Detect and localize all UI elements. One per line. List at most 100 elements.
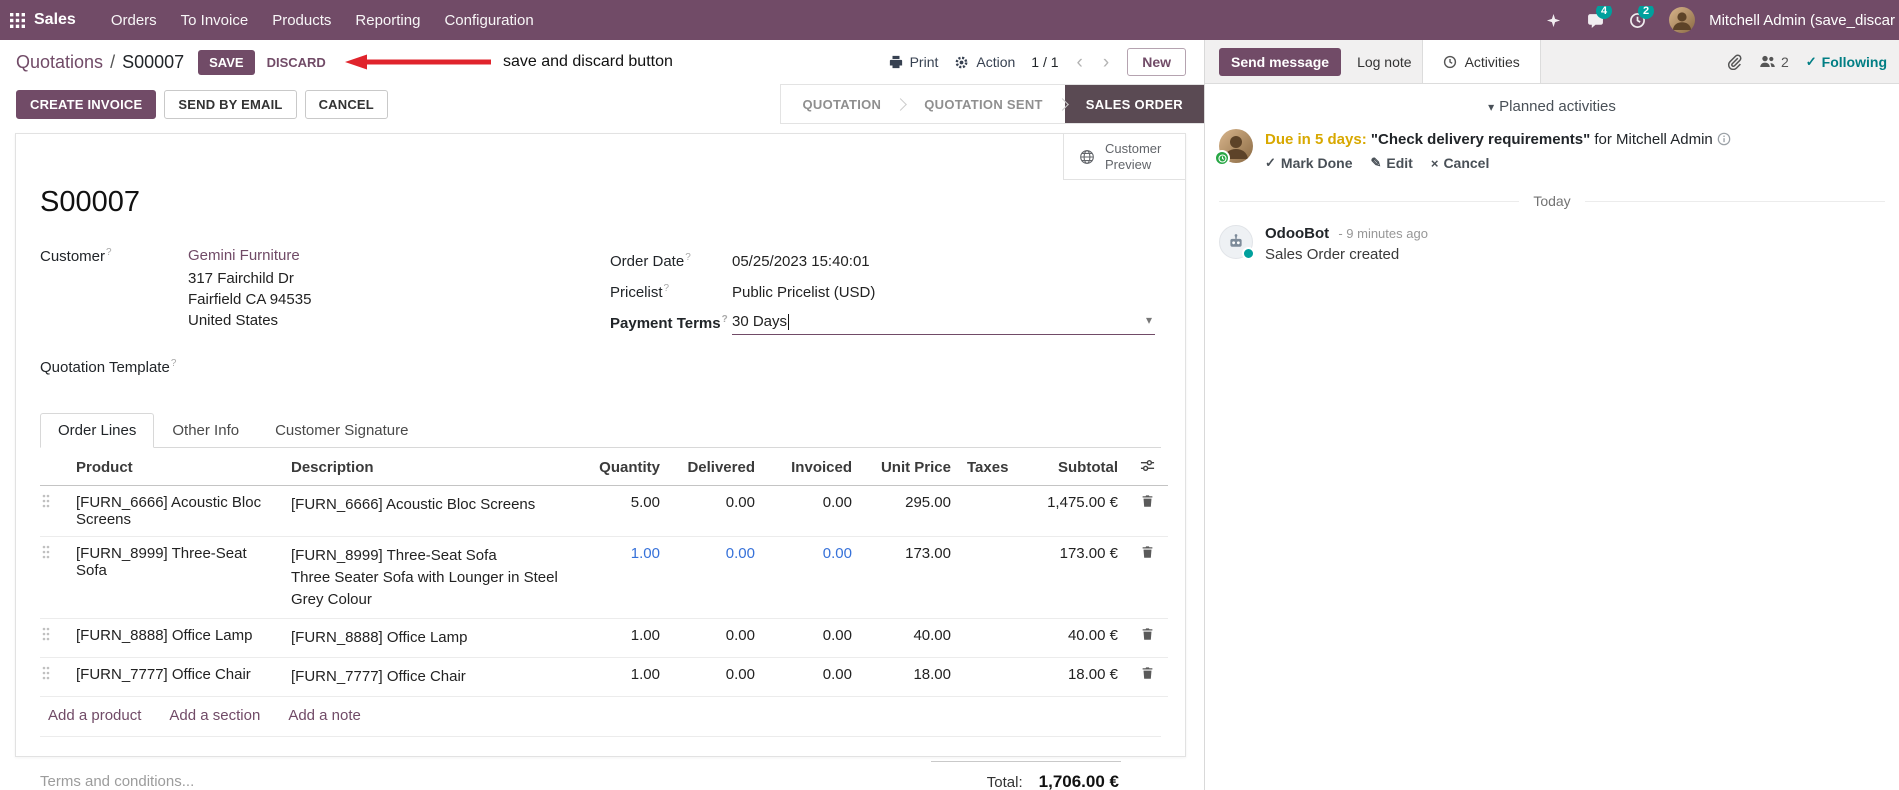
- customer-link[interactable]: Gemini Furniture: [188, 247, 300, 265]
- col-taxes: Taxes: [959, 448, 1014, 486]
- delete-line-button[interactable]: [1126, 618, 1168, 658]
- order-line-row[interactable]: [FURN_8999] Three-Seat Sofa [FURN_8999] …: [40, 536, 1168, 620]
- new-button[interactable]: New: [1127, 48, 1186, 76]
- add-a-section-link[interactable]: Add a section: [169, 707, 260, 724]
- drag-handle[interactable]: [40, 536, 68, 620]
- drag-handle-icon: [42, 494, 68, 508]
- messages-button[interactable]: 4: [1577, 6, 1613, 34]
- pricelist-value[interactable]: Public Pricelist (USD): [732, 284, 875, 301]
- order-line-subtotal: 173.00 €: [1014, 536, 1126, 620]
- following-button[interactable]: ✓ Following: [1806, 54, 1887, 70]
- order-line-description: [FURN_8888] Office Lamp: [283, 618, 573, 658]
- gear-icon: [954, 55, 969, 70]
- terms-and-conditions-field[interactable]: Terms and conditions...: [40, 773, 194, 790]
- discard-button[interactable]: DISCARD: [257, 50, 336, 75]
- order-line-row[interactable]: [FURN_8888] Office Lamp [FURN_8888] Offi…: [40, 618, 1168, 658]
- tab-order-lines[interactable]: Order Lines: [40, 413, 155, 448]
- breadcrumb-quotations[interactable]: Quotations: [16, 52, 103, 73]
- pager-next-button[interactable]: ›: [1101, 53, 1111, 72]
- chatter-topbar: Send message Log note Activities 2 ✓ Fol…: [1205, 40, 1899, 84]
- planned-activities-toggle[interactable]: ▾ Planned activities: [1205, 98, 1899, 115]
- payment-terms-input[interactable]: 30 Days ▾: [732, 311, 1155, 335]
- drag-handle[interactable]: [40, 485, 68, 537]
- cancel-activity-button[interactable]: × Cancel: [1431, 155, 1490, 171]
- chatter-topbar-left: Send message Log note: [1205, 40, 1412, 83]
- menu-orders[interactable]: Orders: [100, 6, 168, 35]
- message-timestamp: - 9 minutes ago: [1338, 226, 1428, 241]
- stage-sales-order[interactable]: SALES ORDER: [1064, 85, 1204, 123]
- customer-preview-label: Customer Preview: [1105, 141, 1162, 172]
- pager[interactable]: 1 / 1: [1031, 54, 1058, 70]
- order-line-invoiced: 0.00: [763, 618, 860, 658]
- order-line-delivered: 0.00: [668, 536, 763, 620]
- stage-quotation-sent[interactable]: QUOTATION SENT: [903, 85, 1064, 123]
- drag-handle[interactable]: [40, 657, 68, 697]
- create-invoice-button[interactable]: CREATE INVOICE: [16, 89, 157, 119]
- print-button[interactable]: Print: [889, 54, 938, 70]
- add-a-note-link[interactable]: Add a note: [288, 707, 361, 724]
- customer-address: 317 Fairchild Dr Fairfield CA 94535 Unit…: [188, 268, 610, 331]
- col-invoiced: Invoiced: [763, 448, 860, 486]
- tab-other-info[interactable]: Other Info: [154, 413, 257, 448]
- menu-to-invoice[interactable]: To Invoice: [170, 6, 260, 35]
- followers-icon: [1759, 54, 1776, 69]
- message-body: Sales Order created: [1265, 246, 1400, 263]
- pricelist-label: Pricelist?: [610, 283, 670, 301]
- check-icon: ✓: [1805, 53, 1817, 69]
- edit-activity-button[interactable]: ✎ Edit: [1370, 155, 1412, 171]
- customer-preview-button[interactable]: Customer Preview: [1063, 134, 1185, 181]
- activity-content: Due in 5 days: "Check delivery requireme…: [1265, 129, 1731, 171]
- pager-previous-button[interactable]: ‹: [1075, 53, 1085, 72]
- action-button[interactable]: Action: [954, 54, 1015, 70]
- mark-done-button[interactable]: ✓ Mark Done: [1265, 155, 1352, 171]
- sliders-icon: [1140, 458, 1155, 473]
- menu-products[interactable]: Products: [261, 6, 342, 35]
- caret-down-icon[interactable]: ▾: [1146, 313, 1152, 327]
- info-icon[interactable]: [1717, 132, 1731, 146]
- apps-menu-button[interactable]: Sales: [10, 11, 76, 29]
- activity-count-badge: 2: [1638, 6, 1655, 19]
- drag-handle[interactable]: [40, 618, 68, 658]
- day-divider-label: Today: [1533, 193, 1571, 209]
- order-line-quantity: 1.00: [573, 618, 668, 658]
- menu-reporting[interactable]: Reporting: [344, 6, 431, 35]
- optional-columns-button[interactable]: [1126, 448, 1168, 486]
- send-message-button[interactable]: Send message: [1219, 47, 1342, 76]
- log-note-button[interactable]: Log note: [1357, 54, 1412, 70]
- delete-line-button[interactable]: [1126, 657, 1168, 697]
- tab-customer-signature[interactable]: Customer Signature: [257, 413, 426, 448]
- attach-files-button[interactable]: [1726, 53, 1742, 70]
- notebook-tabs: Order Lines Other Info Customer Signatur…: [40, 413, 1161, 448]
- menu-configuration[interactable]: Configuration: [433, 6, 544, 35]
- cross-icon: ×: [1430, 155, 1439, 171]
- order-date-value[interactable]: 05/25/2023 15:40:01: [732, 253, 870, 270]
- order-line-description: [FURN_8999] Three-Seat Sofa Three Seater …: [283, 536, 573, 620]
- add-a-product-link[interactable]: Add a product: [48, 707, 141, 724]
- order-line-quantity: 1.00: [573, 536, 668, 620]
- statusbar-stages: QUOTATION QUOTATION SENT SALES ORDER: [780, 84, 1204, 124]
- field-hint: ?: [170, 358, 177, 369]
- user-avatar[interactable]: [1669, 7, 1696, 33]
- order-line-product: [FURN_7777] Office Chair: [68, 657, 283, 697]
- sparkle-button[interactable]: [1535, 6, 1571, 34]
- systray: 4 2 Mitchell Admin (save_discar: [1535, 6, 1899, 34]
- user-menu[interactable]: Mitchell Admin (save_discar: [1701, 12, 1899, 29]
- order-lines-table: Product Description Quantity Delivered I…: [40, 448, 1168, 697]
- activities-systray-button[interactable]: 2: [1619, 6, 1655, 34]
- delete-line-button[interactable]: [1126, 485, 1168, 537]
- activities-tab[interactable]: Activities: [1421, 40, 1541, 83]
- save-button[interactable]: SAVE: [198, 49, 255, 75]
- followers-button[interactable]: 2: [1759, 54, 1789, 70]
- order-line-delivered: 0.00: [668, 485, 763, 537]
- delete-line-button[interactable]: [1126, 536, 1168, 620]
- order-line-row[interactable]: [FURN_7777] Office Chair [FURN_7777] Off…: [40, 657, 1168, 697]
- odoobot-badge: [1242, 247, 1255, 260]
- stage-quotation[interactable]: QUOTATION: [781, 85, 902, 123]
- sparkle-icon: [1546, 13, 1561, 28]
- order-line-row[interactable]: [FURN_6666] Acoustic Bloc Screens [FURN_…: [40, 485, 1168, 537]
- chevron-down-icon: ▾: [1488, 100, 1495, 114]
- field-hint: ?: [106, 247, 112, 258]
- cancel-order-button[interactable]: CANCEL: [304, 89, 388, 119]
- send-by-email-button[interactable]: SEND BY EMAIL: [164, 89, 297, 119]
- order-line-quantity: 1.00: [573, 657, 668, 697]
